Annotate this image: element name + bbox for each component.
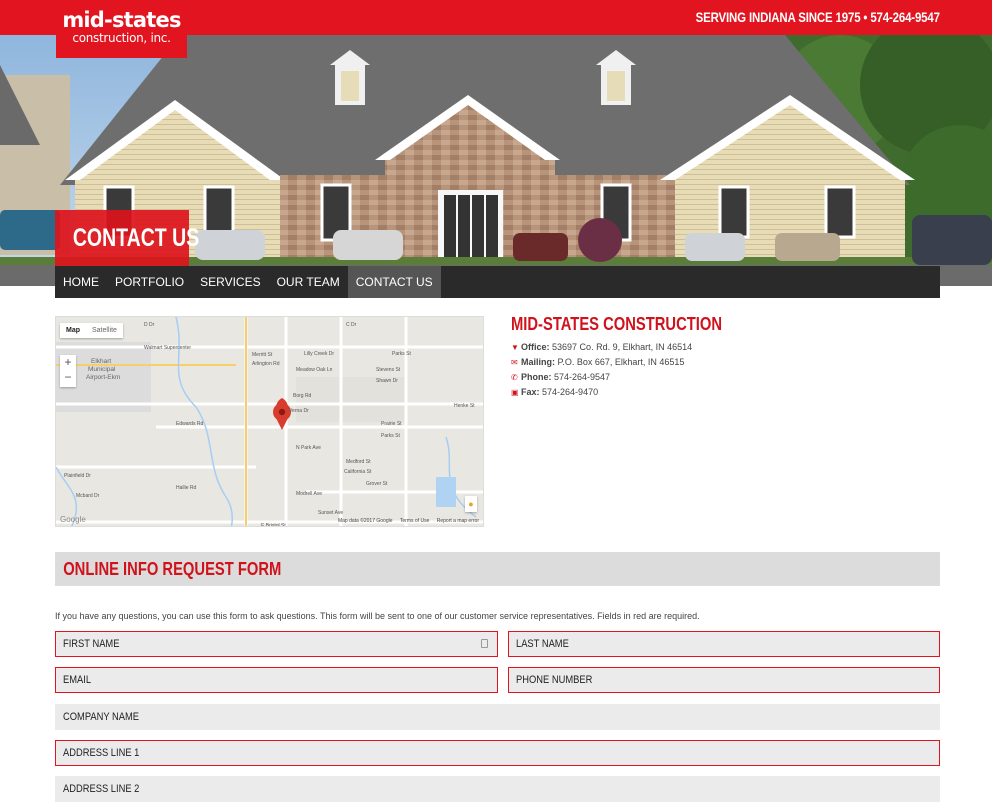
autofill-key-icon[interactable] [481,639,488,648]
contact-info: MID-STATES CONSTRUCTION ▼ Office: 53697 C… [511,314,931,400]
map-type-satellite[interactable]: Satellite [86,323,123,338]
svg-text:Plainfield Dr: Plainfield Dr [64,473,91,479]
svg-text:E Bristol St: E Bristol St [261,523,286,527]
nav-services[interactable]: SERVICES [192,266,268,298]
logo-line1: mid-states [62,8,181,32]
map-type-map[interactable]: Map [60,323,86,338]
tagline: SERVING INDIANA SINCE 1975 • 574-264-954… [695,9,940,25]
google-logo[interactable]: Google [60,515,86,524]
form-intro: If you have any questions, you can use t… [55,611,700,621]
main-nav: HOME PORTFOLIO SERVICES OUR TEAM CONTACT… [55,266,940,298]
phone-number-field[interactable]: PHONE NUMBER [508,667,940,693]
address-line1-field[interactable]: ADDRESS LINE 1 [55,740,940,766]
fax-value: 574-264-9470 [542,387,599,397]
fax-icon: ▣ [511,388,519,397]
map-report-link[interactable]: Report a map error [437,518,479,524]
svg-text:Borg Rd: Borg Rd [293,393,312,399]
svg-text:Merritt St: Merritt St [252,352,273,358]
svg-text:Edwards Rd: Edwards Rd [176,421,203,427]
map-data-text: Map data ©2017 Google [337,518,393,524]
svg-text:C Dr: C Dr [346,322,357,328]
svg-text:Henke St: Henke St [454,403,475,409]
mailing-value: P.O. Box 667, Elkhart, IN 46515 [557,357,685,367]
map-footer: Map data ©2017 Google Terms of Use Repor… [332,518,479,524]
nav-contact-us[interactable]: CONTACT US [347,266,441,298]
svg-text:Stevens St: Stevens St [376,367,401,373]
svg-text:Hallie Rd: Hallie Rd [176,485,197,491]
svg-text:D Dr: D Dr [144,322,155,328]
logo-line2: construction, inc. [72,31,171,45]
svg-text:Shawn Dr: Shawn Dr [376,378,398,384]
svg-text:Prairie St: Prairie St [381,421,402,427]
zoom-control: + − [60,355,76,387]
map-terms-link[interactable]: Terms of Use [400,518,429,524]
office-row: ▼ Office: 53697 Co. Rd. 9, Elkhart, IN 46… [511,340,931,355]
envelope-icon: ✉ [511,358,518,367]
svg-text:Meadow Oak Ln: Meadow Oak Ln [296,367,333,373]
mailing-row: ✉ Mailing: P.O. Box 667, Elkhart, IN 4651… [511,355,931,370]
email-field[interactable]: EMAIL [55,667,498,693]
map-label: Walmart Supercenter [144,345,191,351]
company-name-field[interactable]: COMPANY NAME [55,704,940,730]
phone-row: ✆ Phone: 574-264-9547 [511,370,931,385]
phone-value[interactable]: 574-264-9547 [554,372,610,382]
phone-icon: ✆ [511,373,518,382]
svg-text:Mcbard Dr: Mcbard Dr [76,493,100,499]
address-line2-field[interactable]: ADDRESS LINE 2 [55,776,940,802]
pegman-icon[interactable]: ● [465,496,477,512]
svg-text:Lilly Creek Dr: Lilly Creek Dr [304,351,334,357]
svg-text:Parks St: Parks St [392,351,412,357]
map-pin-icon: ▼ [511,343,519,352]
map-type-toggle: Map Satellite [60,323,123,338]
svg-text:Medford St: Medford St [346,459,371,465]
fax-row: ▣ Fax: 574-264-9470 [511,385,931,400]
zoom-out-button[interactable]: − [60,370,76,385]
svg-text:Modrell Ave: Modrell Ave [296,491,322,497]
zoom-in-button[interactable]: + [60,355,76,370]
last-name-field[interactable]: LAST NAME [508,631,940,657]
svg-text:Elkhart: Elkhart [91,358,111,365]
svg-text:California St: California St [344,469,372,475]
nav-portfolio[interactable]: PORTFOLIO [107,266,192,298]
nav-our-team[interactable]: OUR TEAM [269,266,348,298]
svg-text:Arlington Rd: Arlington Rd [252,361,280,367]
contact-heading: MID-STATES CONSTRUCTION [511,314,723,334]
first-name-field[interactable]: FIRST NAME [55,631,498,657]
page-title: CONTACT US [55,210,199,266]
svg-text:Airport-Ekm: Airport-Ekm [86,374,120,381]
svg-text:Grover St: Grover St [366,481,388,487]
form-header: ONLINE INFO REQUEST FORM [55,552,940,586]
svg-text:Sunset Ave: Sunset Ave [318,510,343,516]
logo[interactable]: mid-states construction, inc. [56,0,187,58]
svg-text:Verna Dr: Verna Dr [289,408,309,414]
nav-home[interactable]: HOME [55,266,107,298]
svg-text:N Park Ave: N Park Ave [296,445,321,451]
google-map[interactable]: Walmart Supercenter Elkhart Municipal Ai… [55,316,484,527]
form-heading: ONLINE INFO REQUEST FORM [63,559,282,579]
office-value: 53697 Co. Rd. 9, Elkhart, IN 46514 [552,342,693,352]
svg-text:Municipal: Municipal [88,366,116,373]
svg-text:Parks St: Parks St [381,433,401,439]
